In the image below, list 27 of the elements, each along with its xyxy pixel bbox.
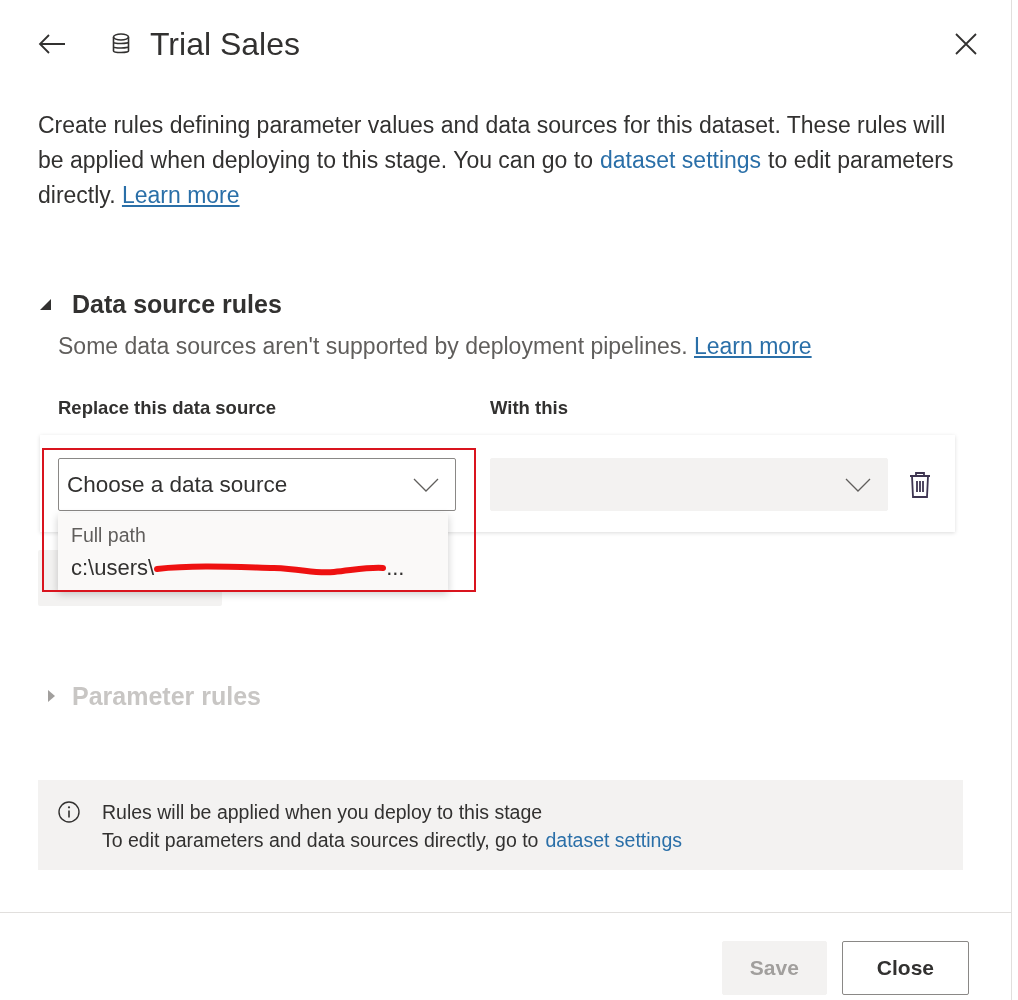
section-title[interactable]: Data source rules — [72, 289, 282, 319]
description-text: Create rules defining parameter values and data sources for this dataset. These rules will be applied when deploying to this stage. You can go to dataset settings to edit parameters directly. Learn more — [38, 111, 955, 210]
back-button[interactable] — [38, 33, 66, 55]
close-icon — [955, 33, 977, 55]
close-button[interactable] — [955, 33, 977, 55]
dropdown-option[interactable]: c:\users\ ... — [71, 555, 405, 581]
dataset-settings-link[interactable]: dataset settings — [600, 147, 762, 173]
info-icon — [58, 801, 80, 823]
learn-more-link[interactable]: Learn more — [121, 182, 240, 208]
column-label: With this — [490, 397, 569, 419]
expanded-caret-icon[interactable] — [40, 298, 51, 310]
back-arrow-icon — [38, 33, 66, 55]
delete-button[interactable] — [909, 470, 931, 499]
section-note: Some data sources aren't supported by deployment pipelines. Learn more — [58, 332, 813, 361]
learn-more-link[interactable]: Learn more — [694, 333, 812, 359]
column-label: Replace this data source — [58, 397, 277, 419]
menu-header: Full path — [71, 524, 147, 547]
database-icon — [112, 33, 130, 55]
chevron-down-icon — [413, 477, 439, 492]
panel-title: Trial Sales — [150, 25, 301, 63]
footer-button[interactable]: Close — [841, 941, 969, 995]
trash-icon — [909, 470, 931, 499]
dataset-settings-link[interactable]: dataset settings — [545, 829, 683, 851]
chevron-down-icon — [845, 477, 871, 492]
info-text: To edit parameters and data sources directly, go to dataset settings — [102, 829, 684, 852]
source-dropdown[interactable]: Choose a data source — [58, 458, 456, 511]
info-text: Rules will be applied when you deploy to this stage — [102, 801, 544, 824]
